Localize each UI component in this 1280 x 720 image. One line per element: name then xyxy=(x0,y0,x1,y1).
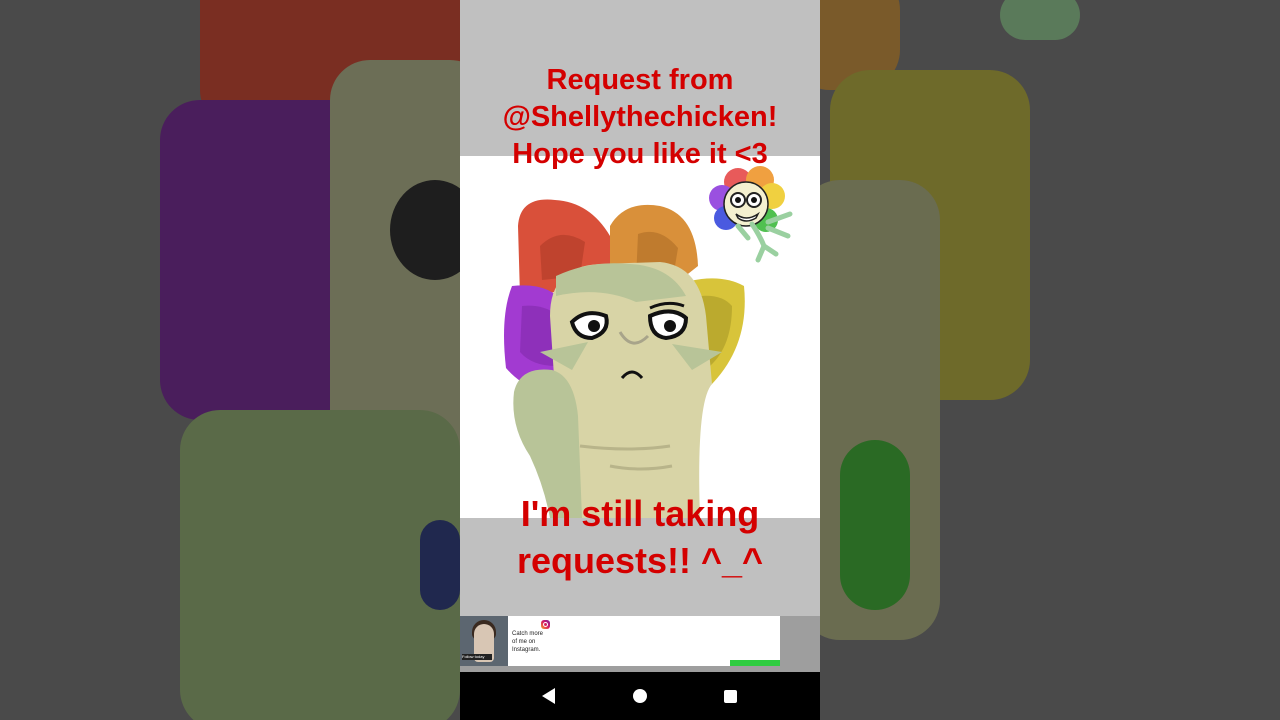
mini-flower-character-drawing xyxy=(709,166,793,263)
caption-line: I'm still taking xyxy=(520,493,760,534)
ad-cta-bar[interactable] xyxy=(730,660,780,666)
video-frame: Request from @Shellythechicken! Hope you… xyxy=(460,0,820,720)
ad-text-line: of me on xyxy=(512,639,536,645)
blurred-backdrop-left xyxy=(0,0,460,720)
home-circle-icon xyxy=(633,689,647,703)
home-button[interactable] xyxy=(616,672,664,720)
back-triangle-icon xyxy=(541,688,555,704)
ad-text: Catch more of me on Instagram. xyxy=(512,630,572,654)
caption-line: requests!! ^_^ xyxy=(516,540,764,581)
ad-thumbnail[interactable]: Follow today xyxy=(460,616,508,666)
instagram-icon xyxy=(541,620,550,629)
system-nav-bar xyxy=(460,672,820,720)
ad-text-line: Instagram. xyxy=(512,647,541,653)
recents-button[interactable] xyxy=(706,672,754,720)
recents-square-icon xyxy=(723,689,737,703)
ad-text-line: Catch more xyxy=(512,631,544,637)
caption-line: Request from xyxy=(546,64,734,96)
request-caption: Request from @Shellythechicken! Hope you… xyxy=(460,62,820,173)
ad-banner[interactable]: Follow today Catch more of me on Instagr… xyxy=(460,616,820,672)
ad-card[interactable]: Follow today Catch more of me on Instagr… xyxy=(460,616,780,666)
ad-thumb-tag: Follow today xyxy=(462,654,492,660)
blurred-backdrop-right xyxy=(820,0,1280,720)
back-button[interactable] xyxy=(524,672,572,720)
taking-requests-caption: I'm still taking requests!! ^_^ xyxy=(460,490,820,584)
caption-line: @Shellythechicken! xyxy=(502,101,778,133)
caption-line: Hope you like it <3 xyxy=(512,138,768,170)
